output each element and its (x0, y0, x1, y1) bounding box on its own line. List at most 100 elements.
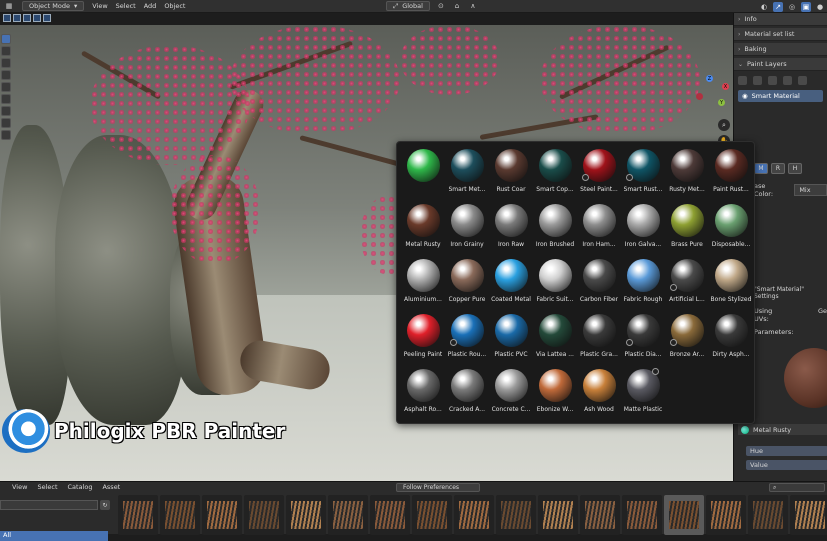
asset-thumbnail[interactable] (412, 495, 452, 535)
material-tile[interactable]: Iron Grainy (445, 202, 489, 257)
material-tile[interactable]: Aluminium... (401, 257, 445, 312)
material-tile[interactable]: Asphalt Ro... (401, 367, 445, 422)
material-tile[interactable]: Plastic Gra... (577, 312, 621, 367)
gizmo-y-icon[interactable]: Y (718, 99, 725, 106)
material-tile[interactable]: Cracked A... (445, 367, 489, 422)
asset-thumbnail[interactable] (496, 495, 536, 535)
cursor-tool-icon[interactable] (1, 46, 11, 56)
asset-thumbnail[interactable] (454, 495, 494, 535)
channel-m-button[interactable]: M (754, 163, 768, 174)
asset-menu-select[interactable]: Select (37, 483, 57, 491)
material-tile[interactable]: Dirty Asph... (709, 312, 753, 367)
asset-thumbnail[interactable] (580, 495, 620, 535)
catalog-filter-input[interactable] (0, 500, 98, 510)
channel-r-button[interactable]: R (771, 163, 785, 174)
material-tile[interactable]: Concrete C... (489, 367, 533, 422)
navigation-gizmo[interactable]: Z X Y (690, 75, 730, 115)
material-tile[interactable]: Coated Metal (489, 257, 533, 312)
material-tile[interactable]: Iron Ham... (577, 202, 621, 257)
move-down-icon[interactable] (768, 76, 777, 85)
material-tile[interactable]: Plastic PVC (489, 312, 533, 367)
shading-icon[interactable]: ● (815, 2, 825, 12)
gizmo-toggle-icon[interactable]: ↗ (773, 1, 783, 12)
gizmo-neg-x-icon[interactable] (696, 93, 703, 100)
hue-field[interactable]: Hue (746, 446, 827, 456)
material-tile[interactable]: Carbon Fiber (577, 257, 621, 312)
material-tile[interactable]: Smart Met... (445, 147, 489, 202)
asset-search-input[interactable]: ⌕ (769, 483, 825, 492)
annotate-tool-icon[interactable] (1, 106, 11, 116)
material-tile[interactable]: Fabric Suit... (533, 257, 577, 312)
material-tile[interactable]: Brass Pure (665, 202, 709, 257)
select-tool-icon[interactable] (1, 34, 11, 44)
material-tile[interactable]: Iron Brushed (533, 202, 577, 257)
select-extend-icon[interactable] (13, 14, 21, 22)
snap-icon[interactable]: ⌂ (452, 1, 462, 11)
asset-menu-asset[interactable]: Asset (102, 483, 120, 491)
overlay-icon[interactable]: ◎ (787, 2, 797, 12)
asset-thumbnail[interactable] (244, 495, 284, 535)
material-tile[interactable]: Ash Wood (577, 367, 621, 422)
select-box-icon[interactable] (3, 14, 11, 22)
material-tile[interactable]: Iron Raw (489, 202, 533, 257)
library-select[interactable]: Follow Preferences (396, 483, 480, 492)
material-tile[interactable]: Via Lattea ... (533, 312, 577, 367)
scale-tool-icon[interactable] (1, 82, 11, 92)
layer-item-smart-material[interactable]: ◉ Smart Material (738, 90, 823, 102)
select-intersect-icon[interactable] (43, 14, 51, 22)
editor-type-icon[interactable]: ▦ (4, 1, 14, 11)
mask-icon[interactable] (753, 76, 762, 85)
panel-baking[interactable]: › Baking (734, 43, 827, 56)
delete-layer-icon[interactable] (798, 76, 807, 85)
material-tile[interactable]: Steel Paint... (577, 147, 621, 202)
channel-h-button[interactable]: H (788, 163, 802, 174)
value-field[interactable]: Value (746, 460, 827, 470)
refresh-icon[interactable]: ↻ (100, 500, 110, 510)
material-tile[interactable]: Iron Galva... (621, 202, 665, 257)
mode-select[interactable]: Object Mode ▾ (22, 1, 85, 11)
asset-menu-view[interactable]: View (12, 483, 27, 491)
visibility-icon[interactable]: ◐ (759, 2, 769, 12)
material-tile[interactable]: Peeling Paint (401, 312, 445, 367)
material-tile[interactable]: Fabric Rough (621, 257, 665, 312)
material-tile[interactable]: Rusty Met... (665, 147, 709, 202)
material-tile[interactable]: Copper Pure (445, 257, 489, 312)
add-layer-icon[interactable] (738, 76, 747, 85)
material-tile[interactable]: Smart Cop... (533, 147, 577, 202)
asset-thumbnail[interactable] (328, 495, 368, 535)
move-up-icon[interactable] (783, 76, 792, 85)
asset-thumbnail[interactable] (664, 495, 704, 535)
material-tile[interactable]: Artificial L... (665, 257, 709, 312)
material-selector[interactable]: Metal Rusty (738, 424, 827, 435)
material-tile[interactable] (401, 147, 445, 202)
catalog-item-all[interactable]: All (0, 531, 108, 541)
asset-menu-catalog[interactable]: Catalog (68, 483, 93, 491)
material-tile[interactable]: Plastic Rou... (445, 312, 489, 367)
material-tile[interactable]: Rust Coar (489, 147, 533, 202)
asset-thumbnail[interactable] (538, 495, 578, 535)
gizmo-x-icon[interactable]: X (722, 83, 729, 90)
material-tile[interactable]: Bone Stylized (709, 257, 753, 312)
select-subtract-icon[interactable] (23, 14, 31, 22)
orientation-select[interactable]: ⤢ Global (386, 1, 430, 11)
panel-info[interactable]: › Info (734, 13, 827, 26)
asset-thumbnail[interactable] (286, 495, 326, 535)
zoom-icon[interactable]: ⌕ (718, 119, 730, 131)
asset-thumbnail[interactable] (748, 495, 788, 535)
menu-add[interactable]: Add (144, 2, 157, 10)
material-tile[interactable]: Paint Rust... (709, 147, 753, 202)
material-tile[interactable]: Bronze Ar... (665, 312, 709, 367)
material-tile[interactable]: Smart Rust... (621, 147, 665, 202)
panel-paint-layers[interactable]: ⌄ Paint Layers (734, 58, 827, 71)
using-uvs-value[interactable]: Ge (818, 307, 827, 323)
asset-thumbnail[interactable] (370, 495, 410, 535)
select-invert-icon[interactable] (33, 14, 41, 22)
panel-material-set-list[interactable]: › Material set list (734, 28, 827, 41)
asset-thumbnail[interactable] (622, 495, 662, 535)
menu-object[interactable]: Object (164, 2, 185, 10)
add-cube-tool-icon[interactable] (1, 130, 11, 140)
transform-tool-icon[interactable] (1, 94, 11, 104)
pivot-icon[interactable]: ⊙ (436, 1, 446, 11)
asset-thumbnail[interactable] (160, 495, 200, 535)
asset-thumbnail[interactable] (118, 495, 158, 535)
